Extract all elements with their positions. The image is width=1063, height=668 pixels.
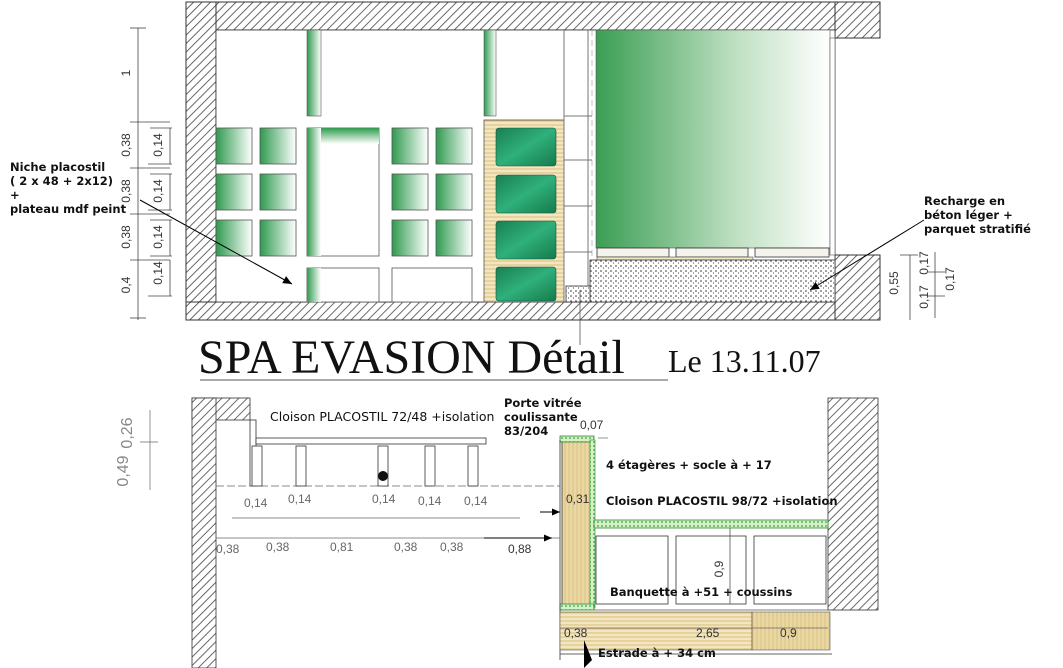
elevation-dim-014-c: 0,14 — [151, 225, 165, 249]
cloison-right-label: Cloison PLACOSTIL 98/72 +isolation — [606, 494, 838, 508]
elevation-wall-top — [185, 1, 881, 31]
light-concrete-screed — [589, 259, 836, 303]
elevation-dim-038-c: 0,38 — [119, 225, 133, 249]
green-wall-panel — [595, 29, 831, 249]
elevation-wall-right — [834, 1, 881, 39]
plan-view — [140, 397, 879, 668]
elevation-dim-04: 0,4 — [119, 276, 133, 294]
plan-dim-265: 2,65 — [696, 626, 720, 640]
plan-dim-038-4: 0,38 — [440, 540, 464, 554]
placostil-partition-right — [593, 519, 829, 529]
porte-vitree-label: Porte vitrée coulissante 83/204 — [504, 396, 582, 438]
elevation-dim-014-a: 0,14 — [151, 133, 165, 157]
plan-dim-014-1: 0,14 — [244, 496, 268, 510]
elevation-dim-1: 1 — [119, 69, 133, 77]
plan-dim-014-2: 0,14 — [288, 492, 312, 506]
drawing-title: SPA EVASION Détail — [198, 331, 625, 384]
etageres-label: 4 étagères + socle à + 17 — [606, 458, 772, 472]
elevation-dim-017-c: 0,17 — [943, 267, 957, 291]
elevation-dim-038-a: 0,38 — [119, 133, 133, 157]
plan-dim-088: 0,88 — [508, 542, 532, 556]
green-shelves — [483, 119, 565, 303]
plan-dim-038-1: 0,38 — [216, 542, 240, 556]
elevation-wall-left — [185, 1, 217, 321]
plan-dim-081: 0,81 — [330, 540, 354, 554]
elevation-dim-017-a: 0,17 — [917, 251, 931, 275]
plan-dim-049: 0,49 — [115, 455, 132, 487]
plan-dim-014-5: 0,14 — [464, 494, 488, 508]
elevation-wall-bottom — [185, 301, 881, 321]
cloison-left-label: Cloison PLACOSTIL 72/48 +isolation — [270, 409, 495, 424]
estrade-label: Estrade à + 34 cm — [598, 646, 716, 660]
plan-dim-038-estrade: 0,38 — [564, 626, 588, 640]
plan-dim-007: 0,07 — [580, 418, 604, 432]
elevation-wall-right-low — [834, 254, 881, 321]
recharge-label: Recharge en béton léger + parquet strati… — [924, 194, 1031, 236]
plan-dim-026: 0,26 — [119, 417, 136, 449]
elevation-dim-017-b: 0,17 — [917, 285, 931, 309]
elevation-view — [130, 1, 945, 345]
elevation-dim-014-d: 0,14 — [151, 261, 165, 285]
drawing-date: Le 13.11.07 — [668, 343, 821, 379]
plan-dim-014-4: 0,14 — [418, 494, 442, 508]
plan-dim-031: 0,31 — [566, 492, 590, 506]
plan-wall-left-vertical — [191, 397, 217, 668]
plan-dim-014-3: 0,14 — [372, 492, 396, 506]
elevation-dim-055: 0,55 — [887, 271, 901, 295]
elevation-dim-014-b: 0,14 — [151, 179, 165, 203]
plan-dim-09-vertical: 0,9 — [712, 560, 726, 578]
elevation-dim-038-b: 0,38 — [119, 179, 133, 203]
niche-placostil-label: Niche placostil ( 2 x 48 + 2x12) + plate… — [10, 160, 127, 216]
plan-dim-038-2: 0,38 — [266, 540, 290, 554]
plan-dim-09: 0,9 — [780, 626, 797, 640]
plan-dim-038-3: 0,38 — [394, 540, 418, 554]
banquette-label: Banquette à +51 + coussins — [610, 585, 793, 599]
